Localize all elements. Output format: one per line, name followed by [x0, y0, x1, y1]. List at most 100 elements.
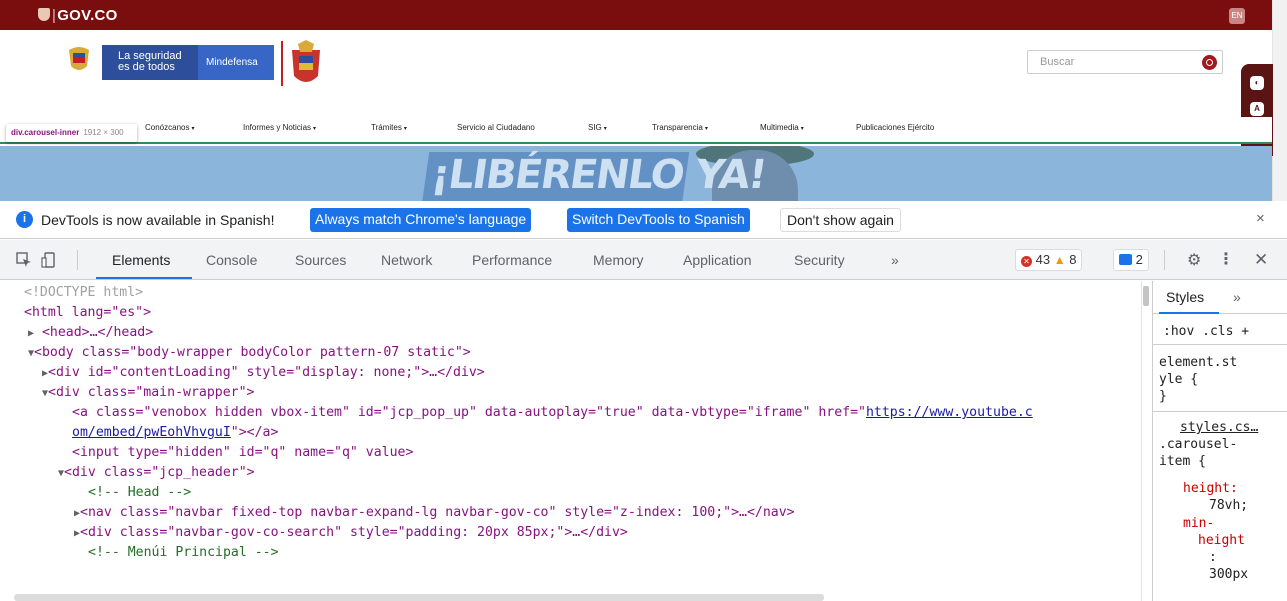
message-count: 2	[1135, 252, 1143, 267]
chevron-down-icon: ▾	[191, 126, 195, 132]
more-tabs-icon[interactable]: »	[891, 252, 899, 268]
css-prop-min-height[interactable]: min-	[1183, 515, 1214, 532]
messages-counter-button[interactable]: 2	[1113, 249, 1149, 271]
tab-sources[interactable]: Sources	[295, 252, 346, 268]
tab-performance[interactable]: Performance	[472, 252, 552, 268]
slogan-line-2: es de todos	[118, 61, 175, 73]
inspect-highlight-overlay	[0, 146, 1272, 201]
tab-security[interactable]: Security	[794, 252, 845, 268]
tooltip-dimensions: 1912 × 300	[83, 128, 124, 137]
dom-line-doctype[interactable]: <!DOCTYPE html>	[24, 283, 143, 303]
search-icon[interactable]	[1202, 55, 1217, 70]
site-header: La seguridad es de todos Mindefensa Busc…	[0, 30, 1272, 120]
elements-dom-tree[interactable]: <!DOCTYPE html> <html lang="es"> ▶ <head…	[0, 281, 1141, 601]
error-count: 43	[1035, 252, 1051, 267]
logo-divider	[281, 41, 283, 86]
tab-styles[interactable]: Styles	[1166, 289, 1204, 305]
issues-counter-button[interactable]: ✕ 43 ▲ 8	[1015, 249, 1083, 271]
colombia-shield-icon	[38, 8, 50, 21]
css-value-min-height[interactable]: 300px	[1209, 566, 1248, 583]
page-scrollbar[interactable]	[1272, 0, 1287, 201]
always-match-language-button[interactable]: Always match Chrome's language	[310, 208, 532, 232]
tab-elements[interactable]: Elements	[112, 252, 170, 268]
dom-line-body[interactable]: ▼<body class="body-wrapper bodyColor pat…	[28, 343, 471, 364]
contrast-toggle-icon[interactable]: ◐	[1250, 76, 1264, 90]
youtube-link-cont[interactable]: om/embed/pwEohVhvguI	[72, 425, 231, 440]
tooltip-selector: div.carousel-inner	[11, 128, 80, 137]
warning-icon: ▲	[1053, 253, 1066, 267]
styles-filter-bar[interactable]: :hov .cls +	[1153, 315, 1287, 345]
mindefensa-logo[interactable]: La seguridad es de todos Mindefensa	[102, 45, 274, 80]
dom-line-comment-head[interactable]: <!-- Head -->	[88, 483, 191, 503]
chevron-down-icon: ▾	[800, 126, 804, 132]
chevron-down-icon: ▾	[704, 126, 708, 132]
nav-item-informes[interactable]: Informes y Noticias ▾	[243, 123, 316, 132]
close-devtools-icon[interactable]: ✕	[1254, 250, 1268, 270]
new-rule-button[interactable]: +	[1241, 324, 1249, 339]
nav-item-conozcanos[interactable]: Conózcanos ▾	[145, 123, 195, 132]
dom-line-nav[interactable]: ▶<nav class="navbar fixed-top navbar-exp…	[74, 503, 795, 524]
elements-horizontal-scrollbar[interactable]	[14, 594, 824, 601]
gov-co-top-bar: |GOV.CO EN	[0, 0, 1272, 30]
nav-item-servicio[interactable]: Servicio al Ciudadano	[457, 123, 535, 132]
dom-line-search-div[interactable]: ▶<div class="navbar-gov-co-search" style…	[74, 523, 628, 544]
gear-icon[interactable]: ⚙	[1187, 250, 1201, 270]
elements-scrollbar[interactable]	[1141, 281, 1152, 601]
site-search-input[interactable]: Buscar	[1027, 50, 1223, 74]
dom-line-jcp-header[interactable]: ▼<div class="jcp_header">	[58, 463, 255, 484]
main-navigation: Conózcanos ▾ Informes y Noticias ▾ Trámite…	[0, 117, 1272, 144]
dom-line-head[interactable]: ▶ <head>…</head>	[28, 323, 153, 344]
gov-co-logo[interactable]: |GOV.CO	[38, 7, 118, 24]
switch-to-spanish-button[interactable]: Switch DevTools to Spanish	[567, 208, 750, 232]
dom-line-input[interactable]: <input type="hidden" id="q" name="q" val…	[72, 443, 413, 463]
tab-memory[interactable]: Memory	[593, 252, 644, 268]
css-value-height[interactable]: 78vh;	[1209, 497, 1248, 514]
language-toggle-button[interactable]: EN	[1229, 8, 1245, 24]
dom-line-content-loading[interactable]: ▶<div id="contentLoading" style="display…	[42, 363, 485, 384]
font-decrease-button[interactable]: A	[1250, 102, 1264, 116]
chevron-down-icon: ▾	[603, 126, 607, 132]
info-icon: i	[16, 211, 33, 228]
nav-item-tramites[interactable]: Trámites ▾	[371, 123, 407, 132]
nav-item-sig[interactable]: SIG ▾	[588, 123, 607, 132]
expand-triangle-icon[interactable]: ▶	[28, 328, 34, 339]
close-icon[interactable]: ×	[1256, 210, 1265, 227]
device-toolbar-icon[interactable]	[41, 252, 57, 268]
gov-co-text: GOV.CO	[57, 7, 118, 24]
dom-line-anchor[interactable]: <a class="venobox hidden vbox-item" id="…	[72, 403, 1033, 423]
nav-item-transparencia[interactable]: Transparencia ▾	[652, 123, 708, 132]
stylesheet-source-link[interactable]: styles.cs…	[1180, 419, 1258, 436]
nav-item-multimedia[interactable]: Multimedia ▾	[760, 123, 804, 132]
dom-line-anchor-cont[interactable]: om/embed/pwEohVhvguI"></a>	[72, 423, 278, 443]
inspect-element-icon[interactable]	[16, 252, 32, 268]
warning-count: 8	[1069, 252, 1077, 267]
message-icon	[1119, 254, 1132, 265]
dom-line-main-wrapper[interactable]: ▼<div class="main-wrapper">	[42, 383, 254, 404]
chevron-down-icon: ▾	[313, 126, 317, 132]
element-style-selector[interactable]: element.st	[1159, 354, 1237, 371]
error-icon: ✕	[1021, 256, 1032, 267]
tab-network[interactable]: Network	[381, 252, 432, 268]
dont-show-again-button[interactable]: Don't show again	[780, 208, 901, 232]
nav-item-publicaciones[interactable]: Publicaciones Ejército	[856, 123, 934, 132]
youtube-link[interactable]: https://www.youtube.c	[866, 405, 1033, 420]
more-options-icon[interactable]: ⋮	[1218, 249, 1234, 269]
dom-line-html[interactable]: <html lang="es">	[24, 303, 151, 323]
more-panes-icon[interactable]: »	[1233, 289, 1241, 305]
army-crest-icon[interactable]	[288, 40, 324, 88]
carousel-banner[interactable]: ¡LIBÉRENLO YA!	[0, 146, 1272, 201]
tab-application[interactable]: Application	[683, 252, 752, 268]
carousel-item-selector[interactable]: .carousel-	[1159, 436, 1237, 453]
hov-cls-toggles[interactable]: :hov .cls	[1163, 324, 1233, 339]
elements-scroll-thumb[interactable]	[1143, 286, 1149, 306]
inspect-element-tooltip: div.carousel-inner 1912 × 300	[6, 124, 137, 142]
tab-console[interactable]: Console	[206, 252, 257, 268]
ministry-label: Mindefensa	[198, 45, 274, 80]
styles-pane: Styles » :hov .cls + element.st yle { } …	[1152, 281, 1287, 601]
infobar-message: DevTools is now available in Spanish!	[41, 212, 275, 228]
chevron-down-icon: ▾	[403, 126, 407, 132]
active-tab-indicator	[96, 277, 192, 279]
coat-of-arms-icon	[69, 47, 89, 70]
css-prop-height[interactable]: height:	[1183, 480, 1238, 497]
dom-line-comment-menu[interactable]: <!-- Menúi Principal -->	[88, 543, 279, 563]
